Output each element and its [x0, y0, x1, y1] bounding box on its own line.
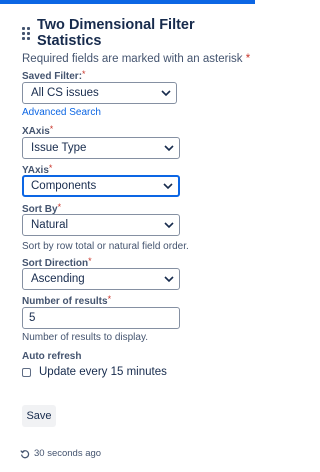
- required-note-text: Required fields are marked with an aster…: [22, 53, 243, 65]
- number-of-results-input[interactable]: 5: [22, 307, 180, 329]
- number-of-results-label-text: Number of results: [22, 296, 108, 307]
- top-accent-bar: [0, 0, 255, 4]
- last-refreshed: 30 seconds ago: [20, 448, 101, 459]
- advanced-search-link[interactable]: Advanced Search: [22, 107, 101, 118]
- chevron-down-icon: [164, 145, 174, 152]
- chevron-down-icon: [163, 183, 173, 190]
- gadget-header: Two Dimensional Filter Statistics: [22, 17, 255, 49]
- last-refreshed-text: 30 seconds ago: [34, 448, 102, 459]
- chevron-down-icon: [161, 90, 171, 97]
- chevron-down-icon: [164, 276, 174, 283]
- saved-filter-select[interactable]: All CS issues: [22, 82, 177, 104]
- required-fields-note: Required fields are marked with an aster…: [22, 53, 250, 65]
- required-asterisk: *: [245, 53, 251, 65]
- yaxis-value: Components: [31, 180, 97, 192]
- sort-direction-value: Ascending: [31, 273, 85, 285]
- sort-by-value: Natural: [31, 219, 69, 231]
- sort-direction-select[interactable]: Ascending: [22, 268, 180, 290]
- saved-filter-label-text: Saved Filter:: [22, 71, 83, 82]
- auto-refresh-row[interactable]: Update every 15 minutes: [22, 366, 167, 378]
- gadget-title: Two Dimensional Filter Statistics: [37, 17, 195, 49]
- auto-refresh-checkbox-label: Update every 15 minutes: [39, 366, 167, 378]
- yaxis-select[interactable]: Components: [22, 175, 180, 197]
- save-button[interactable]: Save: [22, 405, 56, 427]
- sort-by-help: Sort by row total or natural field order…: [22, 241, 189, 252]
- refresh-icon[interactable]: [20, 449, 30, 459]
- required-asterisk: *: [107, 294, 112, 304]
- number-of-results-help: Number of results to display.: [22, 332, 148, 343]
- saved-filter-value: All CS issues: [31, 87, 99, 99]
- xaxis-value: Issue Type: [31, 142, 87, 154]
- drag-handle-icon[interactable]: [22, 27, 30, 40]
- required-asterisk: *: [88, 256, 92, 266]
- xaxis-label: XAxis*: [22, 124, 54, 137]
- number-of-results-value: 5: [29, 312, 36, 324]
- xaxis-label-text: XAxis: [22, 126, 50, 137]
- auto-refresh-checkbox[interactable]: [22, 367, 31, 377]
- required-asterisk: *: [82, 69, 86, 79]
- chevron-down-icon: [164, 222, 174, 229]
- required-asterisk: *: [57, 202, 62, 212]
- sort-by-select[interactable]: Natural: [22, 214, 180, 236]
- saved-filter-label: Saved Filter:*: [22, 69, 86, 82]
- xaxis-select[interactable]: Issue Type: [22, 137, 180, 159]
- required-asterisk: *: [48, 163, 53, 173]
- number-of-results-label: Number of results*: [22, 294, 112, 307]
- required-asterisk: *: [49, 124, 54, 134]
- auto-refresh-label: Auto refresh: [22, 351, 82, 362]
